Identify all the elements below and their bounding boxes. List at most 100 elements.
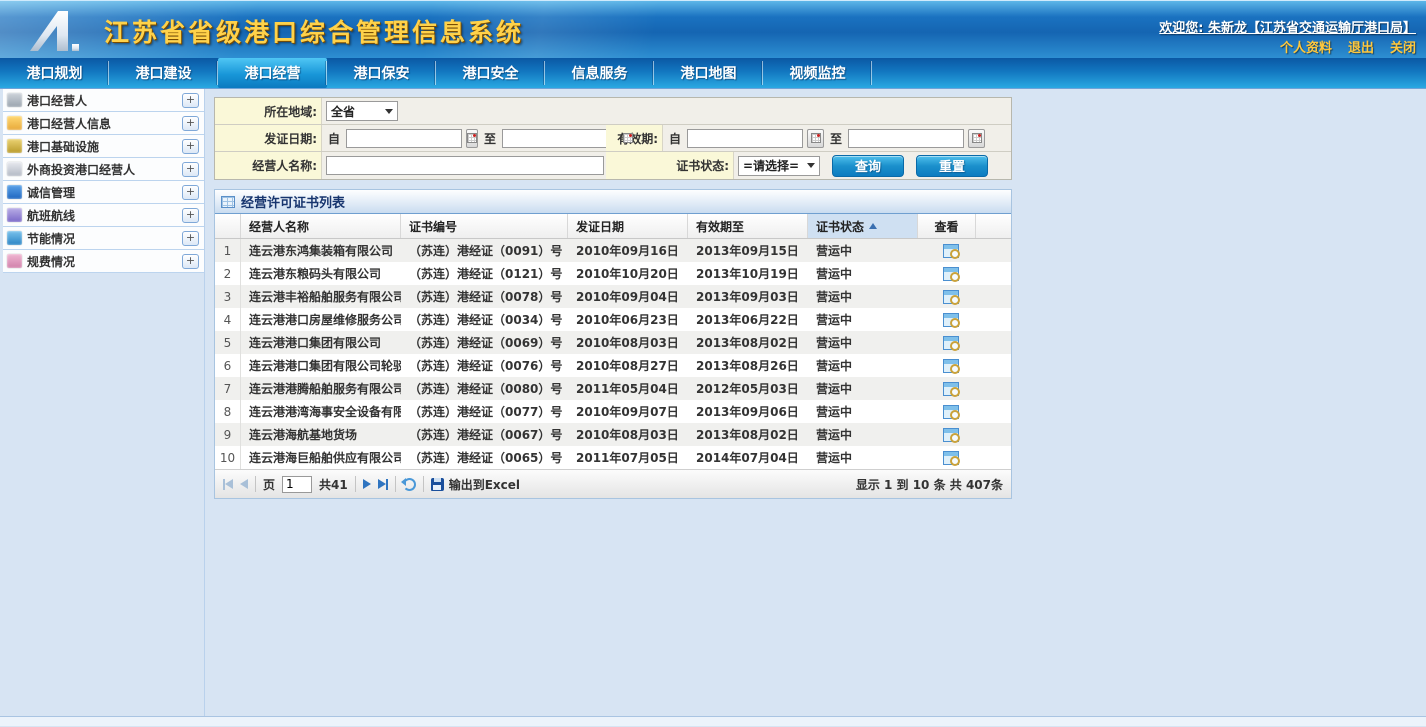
valid-until-cell: 2013年08月02日: [688, 423, 808, 446]
sidebar-item[interactable]: 诚信管理 +: [3, 181, 204, 204]
nav-tab[interactable]: 港口规划: [0, 58, 109, 88]
column-header[interactable]: 经营人名称: [241, 214, 401, 238]
view-record-icon[interactable]: [943, 382, 959, 396]
view-record-icon[interactable]: [943, 405, 959, 419]
header-link[interactable]: 个人资料: [1280, 37, 1332, 56]
header-links: 个人资料 退出 关闭: [1280, 37, 1416, 56]
sidebar-item[interactable]: 规费情况 +: [3, 250, 204, 273]
view-record-icon[interactable]: [943, 244, 959, 258]
view-record-icon[interactable]: [943, 428, 959, 442]
nav-tab[interactable]: 港口建设: [109, 58, 218, 88]
next-page-button[interactable]: [363, 479, 371, 489]
nav-tab[interactable]: 视频监控: [763, 58, 872, 88]
query-button[interactable]: 查询: [832, 155, 904, 177]
table-row[interactable]: 2 连云港东粮码头有限公司 （苏连）港经证（0121）号 2010年10月20日…: [215, 262, 1011, 285]
header-link[interactable]: 退出: [1348, 37, 1374, 56]
issue-date-cell: 2010年08月27日: [568, 354, 688, 377]
expand-plus-icon[interactable]: +: [182, 162, 199, 177]
search-row-operator: 经营人名称: 证书状态: =请选择= 查询 重置: [215, 152, 1011, 179]
column-header[interactable]: 查看: [918, 214, 976, 238]
column-header-label: 发证日期: [576, 218, 624, 235]
last-page-button[interactable]: [378, 479, 388, 490]
issue-date-to-input[interactable]: [502, 129, 618, 148]
nav-tab-label: 港口地图: [681, 63, 737, 83]
first-page-button[interactable]: [223, 479, 233, 490]
sidebar-item[interactable]: 节能情况 +: [3, 227, 204, 250]
expand-plus-icon[interactable]: +: [182, 185, 199, 200]
sidebar-item[interactable]: 港口经营人信息 +: [3, 112, 204, 135]
column-header-label: 证书状态: [816, 218, 864, 235]
refresh-icon[interactable]: [403, 478, 416, 491]
prev-page-button[interactable]: [240, 479, 248, 489]
cert-number-cell: （苏连）港经证（0091）号: [401, 239, 568, 262]
cert-status-select[interactable]: =请选择=: [738, 156, 820, 176]
table-row[interactable]: 5 连云港港口集团有限公司 （苏连）港经证（0069）号 2010年08月03日…: [215, 331, 1011, 354]
valid-to-input[interactable]: [848, 129, 964, 148]
sidebar-item[interactable]: 港口经营人 +: [3, 89, 204, 112]
sidebar-item[interactable]: 港口基础设施 +: [3, 135, 204, 158]
issue-date-from-input[interactable]: [346, 129, 462, 148]
content-area: 港口经营人 + 港口经营人信息 + 港口基础设施 + 外商投资港: [0, 88, 1426, 716]
view-record-icon[interactable]: [943, 336, 959, 350]
valid-until-cell: 2012年05月03日: [688, 377, 808, 400]
view-record-icon[interactable]: [943, 451, 959, 465]
nav-tab[interactable]: 港口安全: [436, 58, 545, 88]
reset-button[interactable]: 重置: [916, 155, 988, 177]
expand-plus-icon[interactable]: +: [182, 208, 199, 223]
calendar-icon[interactable]: [807, 129, 824, 148]
view-record-icon[interactable]: [943, 290, 959, 304]
nav-tab[interactable]: 信息服务: [545, 58, 654, 88]
view-record-icon[interactable]: [943, 359, 959, 373]
column-header[interactable]: 发证日期: [568, 214, 688, 238]
page-title: 江苏省省级港口综合管理信息系统: [104, 13, 524, 49]
cert-status-cell: 营运中: [808, 423, 918, 446]
valid-until-cell: 2013年08月02日: [688, 331, 808, 354]
region-select[interactable]: 全省: [326, 101, 398, 121]
sidebar-item[interactable]: 外商投资港口经营人 +: [3, 158, 204, 181]
cert-number-cell: （苏连）港经证（0034）号: [401, 308, 568, 331]
table-row[interactable]: 1 连云港东鸿集装箱有限公司 （苏连）港经证（0091）号 2010年09月16…: [215, 239, 1011, 262]
column-header[interactable]: 证书状态: [808, 214, 918, 238]
export-excel-button[interactable]: 输出到Excel: [431, 476, 520, 493]
expand-plus-icon[interactable]: +: [182, 254, 199, 269]
expand-plus-icon[interactable]: +: [182, 139, 199, 154]
table-row[interactable]: 4 连云港港口房屋维修服务公司 （苏连）港经证（0034）号 2010年06月2…: [215, 308, 1011, 331]
expand-plus-icon[interactable]: +: [182, 93, 199, 108]
page-number-input[interactable]: [282, 476, 312, 493]
nav-tab[interactable]: 港口地图: [654, 58, 763, 88]
row-number-header: [215, 214, 241, 238]
table-row[interactable]: 7 连云港港腾船舶服务有限公司 （苏连）港经证（0080）号 2011年05月0…: [215, 377, 1011, 400]
expand-plus-icon[interactable]: +: [182, 116, 199, 131]
cert-number-cell: （苏连）港经证（0077）号: [401, 400, 568, 423]
nav-tab[interactable]: 港口保安: [327, 58, 436, 88]
issue-date-cell: 2011年07月05日: [568, 446, 688, 469]
valid-until-cell: 2013年08月26日: [688, 354, 808, 377]
calendar-icon[interactable]: [466, 129, 478, 148]
issue-date-cell: 2010年08月03日: [568, 423, 688, 446]
header-link[interactable]: 关闭: [1390, 37, 1416, 56]
sidebar-item-label: 诚信管理: [27, 184, 177, 201]
table-title: 经营许可证书列表: [241, 192, 345, 211]
license-table-panel: 经营许可证书列表 经营人名称 证书编号: [214, 189, 1012, 499]
calendar-icon[interactable]: [968, 129, 985, 148]
column-header-label: 有效期至: [696, 218, 744, 235]
table-row[interactable]: 3 连云港丰裕船舶服务有限公司 （苏连）港经证（0078）号 2010年09月0…: [215, 285, 1011, 308]
table-row[interactable]: 8 连云港港湾海事安全设备有限... （苏连）港经证（0077）号 2010年0…: [215, 400, 1011, 423]
chevron-down-icon: [385, 109, 393, 114]
view-record-icon[interactable]: [943, 267, 959, 281]
table-row[interactable]: 9 连云港海航基地货场 （苏连）港经证（0067）号 2010年08月03日 2…: [215, 423, 1011, 446]
issue-date-cell: 2010年06月23日: [568, 308, 688, 331]
table-row[interactable]: 6 连云港港口集团有限公司轮驳... （苏连）港经证（0076）号 2010年0…: [215, 354, 1011, 377]
column-header[interactable]: 有效期至: [688, 214, 808, 238]
column-header[interactable]: 证书编号: [401, 214, 568, 238]
sidebar-item[interactable]: 航班航线 +: [3, 204, 204, 227]
nav-tab[interactable]: 港口经营: [218, 58, 327, 88]
operator-name-input[interactable]: [326, 156, 604, 175]
cert-status-cell: 营运中: [808, 285, 918, 308]
nav-tab-label: 港口规划: [27, 63, 83, 83]
expand-plus-icon[interactable]: +: [182, 231, 199, 246]
table-header-row: 经营人名称 证书编号 发证日期: [215, 214, 1011, 239]
valid-from-input[interactable]: [687, 129, 803, 148]
table-row[interactable]: 10 连云港海巨船舶供应有限公司 （苏连）港经证（0065）号 2011年07月…: [215, 446, 1011, 469]
view-record-icon[interactable]: [943, 313, 959, 327]
